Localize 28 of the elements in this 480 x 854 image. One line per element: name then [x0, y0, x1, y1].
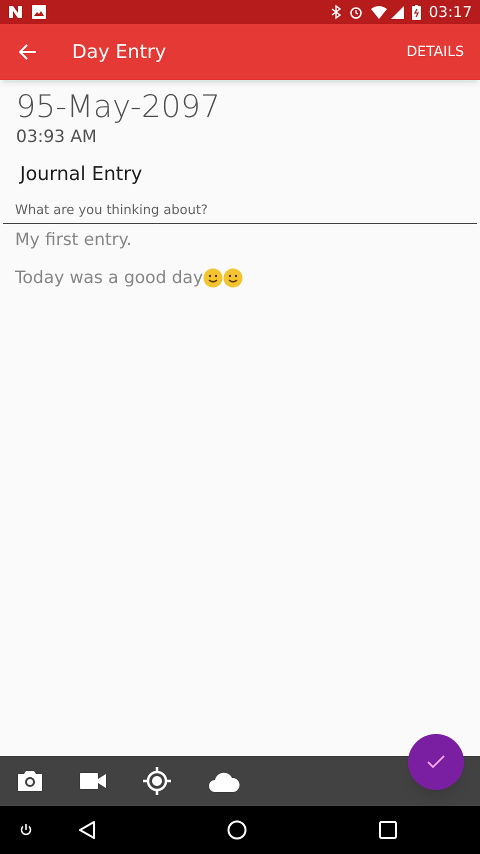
entry-text: My first entry. [15, 229, 132, 252]
details-button[interactable]: DETAILS [406, 42, 464, 62]
power-button[interactable] [20, 824, 32, 836]
wifi-icon [370, 6, 387, 18]
battery-icon [412, 4, 421, 20]
notification-icon [8, 5, 24, 19]
app-bar-title: Day Entry [72, 40, 166, 65]
smiley-icon [203, 268, 224, 288]
camera-button[interactable] [16, 769, 44, 793]
recents-button[interactable] [379, 821, 397, 839]
alarm-icon [348, 5, 363, 19]
signal-icon [390, 6, 404, 18]
status-time: 03:17 [428, 2, 472, 23]
bluetooth-icon [330, 5, 341, 19]
entry-field[interactable]: What are you thinking about? My first entry. Today was a good day [3, 200, 477, 291]
check-icon [427, 755, 445, 769]
entry-date: 95-May-2097 [15, 88, 222, 127]
field-label: What are you thinking about? [14, 202, 209, 220]
cloud-button[interactable] [208, 770, 240, 792]
entry-text: Today was a good day [15, 266, 204, 290]
home-button[interactable] [227, 820, 247, 840]
image-icon [32, 5, 46, 19]
entry-time: 03:93 AM [15, 126, 98, 148]
video-button[interactable] [80, 772, 106, 790]
back-nav-button[interactable] [79, 821, 95, 839]
entry-title: Journal Entry [18, 162, 144, 187]
location-button[interactable] [142, 766, 172, 796]
smiley-icon [223, 268, 244, 288]
